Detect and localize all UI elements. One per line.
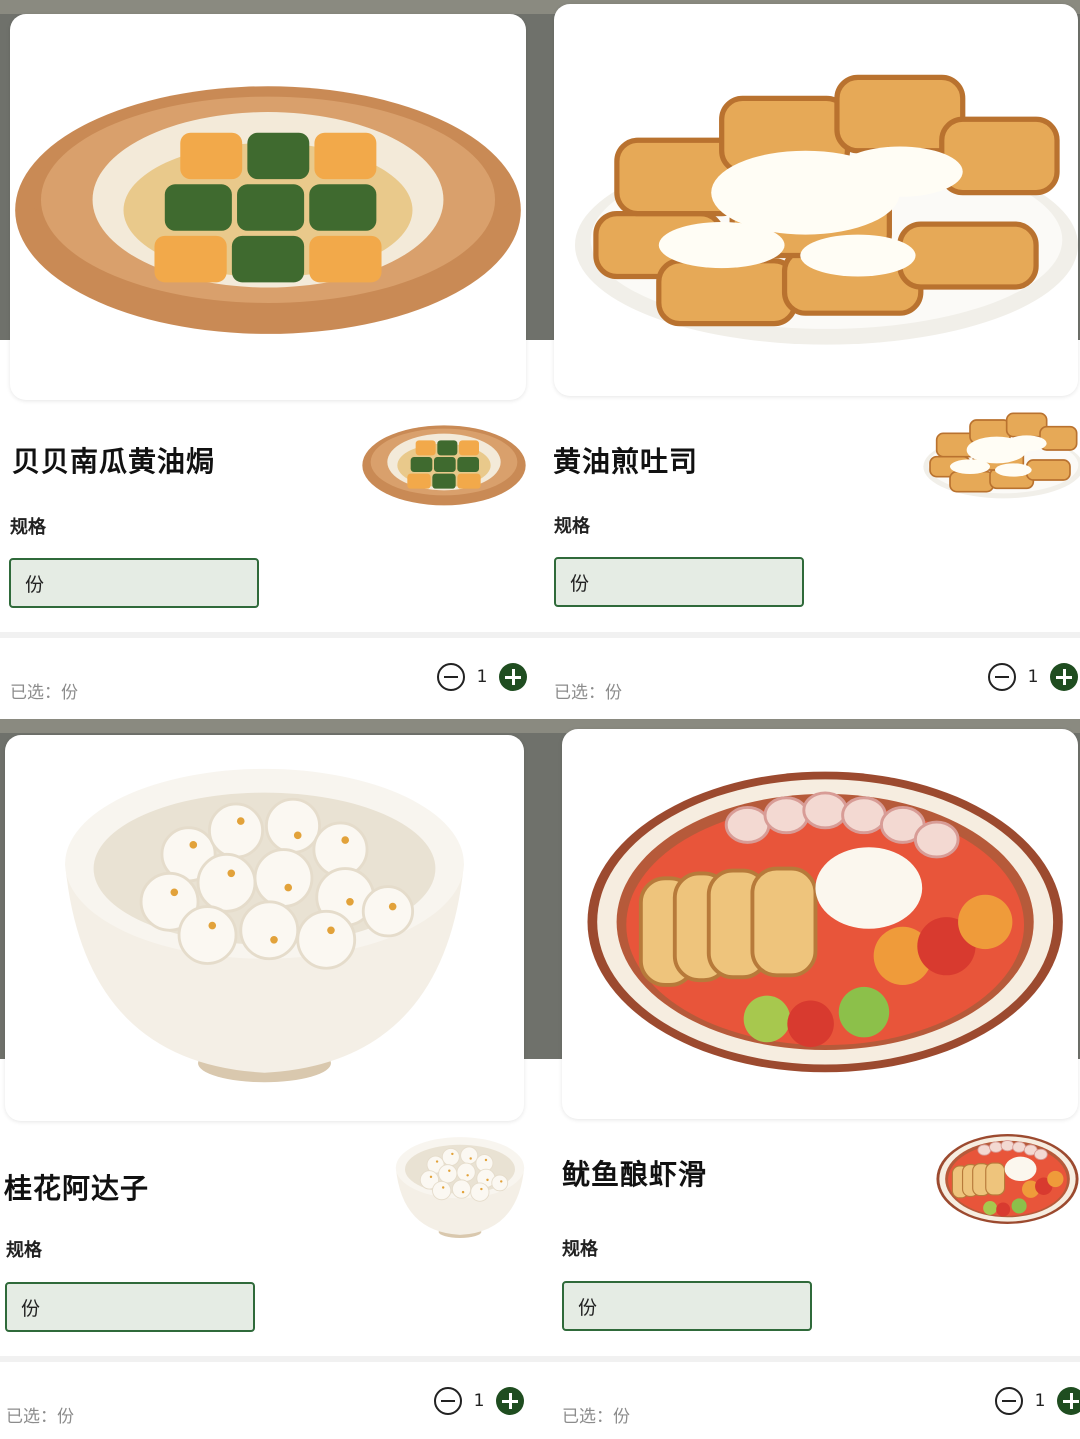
menu-item-card: 鱿鱼酿虾滑 规格 份 已选：份 1 <box>540 719 1080 1439</box>
menu-item-card: 贝贝南瓜黄油焗 规格 份 已选：份 1 <box>0 0 540 719</box>
spec-label: 规格 <box>6 1240 42 1261</box>
quantity-stepper: 1 <box>434 1386 524 1416</box>
spec-option-button[interactable]: 份 <box>9 558 259 608</box>
divider <box>540 632 1080 638</box>
minus-circle-icon[interactable] <box>434 1387 462 1415</box>
quantity-stepper: 1 <box>988 662 1078 692</box>
spec-option-button[interactable]: 份 <box>554 557 804 607</box>
spec-label: 规格 <box>554 516 590 537</box>
plus-circle-icon[interactable] <box>1050 663 1078 691</box>
quantity-value: 1 <box>473 1391 485 1411</box>
divider <box>0 1356 540 1362</box>
menu-grid: 贝贝南瓜黄油焗 规格 份 已选：份 1 黄油煎吐司 规格 份 已选：份 1 桂花… <box>0 0 1080 1439</box>
dish-title: 黄油煎吐司 <box>553 445 699 478</box>
selected-summary: 已选：份 <box>554 683 622 703</box>
plus-circle-icon[interactable] <box>1057 1387 1080 1415</box>
plus-circle-icon[interactable] <box>499 663 527 691</box>
quantity-stepper: 1 <box>995 1386 1080 1416</box>
butter-toast-photo-icon <box>554 4 1078 396</box>
squid-shrimp-platter-photo-icon <box>562 729 1078 1119</box>
pumpkin-claypot-thumbnail-icon <box>354 412 534 512</box>
spec-label: 规格 <box>10 517 46 538</box>
quantity-value: 1 <box>1027 667 1039 687</box>
selected-summary: 已选：份 <box>6 1407 74 1427</box>
divider <box>540 1356 1080 1362</box>
selected-summary: 已选：份 <box>562 1407 630 1427</box>
butter-toast-thumbnail-icon <box>910 400 1080 500</box>
menu-item-card: 黄油煎吐司 规格 份 已选：份 1 <box>540 0 1080 719</box>
selected-summary: 已选：份 <box>10 683 78 703</box>
spec-option-button[interactable]: 份 <box>5 1282 255 1332</box>
quantity-value: 1 <box>1034 1391 1046 1411</box>
dish-title: 桂花阿达子 <box>4 1172 150 1205</box>
osmanthus-dessert-bowl-thumbnail-icon <box>380 1131 540 1241</box>
menu-item-card: 桂花阿达子 规格 份 已选：份 1 <box>0 719 540 1439</box>
plus-circle-icon[interactable] <box>496 1387 524 1415</box>
pumpkin-claypot-photo-icon <box>10 14 526 400</box>
minus-circle-icon[interactable] <box>437 663 465 691</box>
quantity-stepper: 1 <box>437 662 527 692</box>
dish-title: 鱿鱼酿虾滑 <box>562 1158 708 1191</box>
minus-circle-icon[interactable] <box>988 663 1016 691</box>
quantity-value: 1 <box>476 667 488 687</box>
osmanthus-dessert-bowl-photo-icon <box>5 735 524 1121</box>
dish-title: 贝贝南瓜黄油焗 <box>12 445 216 478</box>
spec-option-button[interactable]: 份 <box>562 1281 812 1331</box>
divider <box>0 632 540 638</box>
minus-circle-icon[interactable] <box>995 1387 1023 1415</box>
spec-label: 规格 <box>562 1239 598 1260</box>
squid-shrimp-platter-thumbnail-icon <box>935 1124 1080 1234</box>
